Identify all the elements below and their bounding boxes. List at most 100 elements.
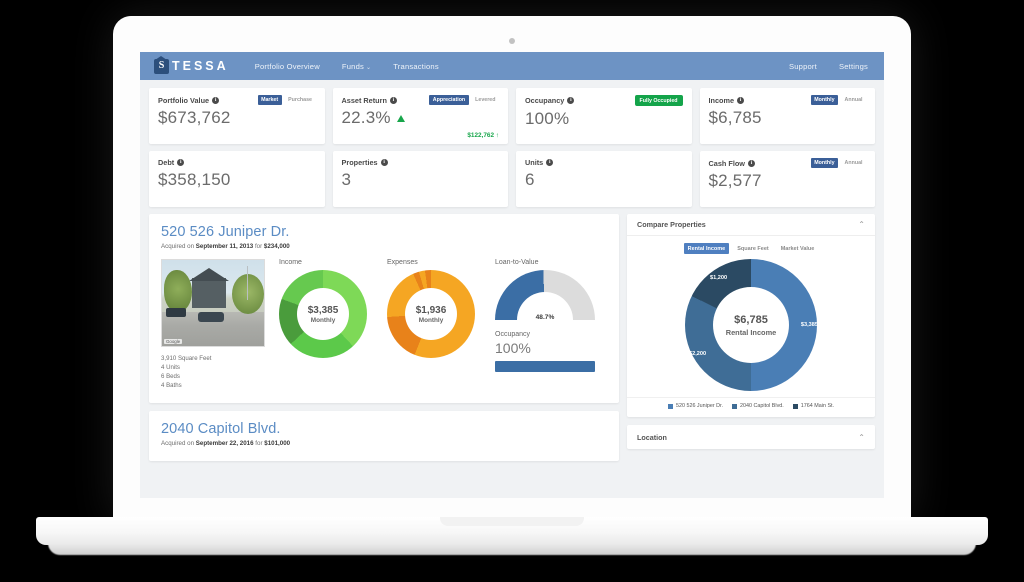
photo-car-center [198, 312, 224, 322]
tab-rental-income[interactable]: Rental Income [683, 243, 730, 254]
status-badge-fully-occupied: Fully Occupied [634, 95, 683, 106]
legend-item[interactable]: 2040 Capitol Blvd. [732, 403, 784, 409]
acquired-prefix: Acquired on [161, 243, 195, 250]
kpi-value: 3 [341, 170, 352, 189]
income-chart-label: Income [279, 259, 302, 266]
property-stats: 3,910 Square Feet 4 Units 6 Beds 4 Baths [161, 354, 265, 391]
location-panel-title: Location [637, 432, 667, 442]
properties-column: 520 526 Juniper Dr. Acquired on Septembe… [149, 214, 619, 461]
kpi-label: Properties i [342, 158, 388, 167]
legend-swatch-icon [732, 403, 738, 409]
nav-item-portfolio-overview[interactable]: Portfolio Overview [255, 62, 320, 71]
income-value: $3,385 [307, 304, 339, 316]
legend-item[interactable]: 1764 Main St. [792, 403, 835, 409]
photo-tree-right [232, 274, 264, 314]
toggle-monthly[interactable]: Monthly [810, 158, 839, 168]
kpi-row-1: Portfolio Value i Market Purchase $673,7… [149, 88, 875, 144]
info-icon[interactable]: i [212, 96, 220, 104]
kpi-label: Asset Return i [342, 96, 397, 105]
segment-label-juniper: $3,385 [800, 322, 818, 328]
legend-label: 520 526 Juniper Dr. [675, 403, 724, 409]
location-panel-header[interactable]: Location ⌃ [627, 425, 875, 449]
legend-item[interactable]: 520 526 Juniper Dr. [667, 403, 724, 409]
photo-roof [189, 268, 229, 281]
chevron-up-icon[interactable]: ⌃ [858, 433, 865, 442]
ltv-gauge: 48.7% [495, 270, 595, 322]
tab-market-value[interactable]: Market Value [777, 243, 819, 254]
property-title[interactable]: 520 526 Juniper Dr. [161, 224, 607, 240]
acquired-mid: for [254, 243, 263, 250]
legend-label: 1764 Main St. [800, 403, 835, 409]
acquired-price: $234,000 [263, 243, 290, 250]
kpi-value-row: 22.3% [342, 108, 500, 128]
chevron-up-icon[interactable]: ⌃ [858, 220, 865, 229]
legend-swatch-icon [667, 403, 673, 409]
compare-total-value: $6,785 [734, 313, 768, 326]
kpi-label: Cash Flow i [709, 159, 755, 168]
kpi-label-text: Income [708, 95, 735, 105]
kpi-subvalue: $122,762 ↑ [467, 132, 499, 139]
tab-square-feet[interactable]: Square Feet [733, 243, 772, 254]
nav-item-settings[interactable]: Settings [839, 62, 868, 71]
property-title[interactable]: 2040 Capitol Blvd. [161, 421, 607, 437]
nav-item-transactions[interactable]: Transactions [393, 62, 439, 71]
toggle-appreciation[interactable]: Appreciation [429, 95, 469, 105]
info-icon[interactable]: i [567, 97, 575, 104]
nav-item-support[interactable]: Support [789, 62, 817, 71]
info-icon[interactable]: i [748, 159, 755, 167]
toggle-market[interactable]: Market [257, 95, 282, 105]
brand-logo[interactable]: S TESSA [154, 55, 229, 74]
nav-item-label: Transactions [393, 61, 439, 71]
stat-beds: 6 Beds [161, 373, 180, 381]
income-period: Monthly [310, 316, 336, 324]
acquired-date: September 11, 2013 [195, 243, 254, 250]
compare-tabs: Rental Income Square Feet Market Value [627, 236, 875, 257]
toggle-annual[interactable]: Annual [841, 158, 866, 168]
kpi-value: $6,785 [708, 108, 762, 127]
property-photo[interactable]: Google [161, 259, 265, 347]
toggle-monthly[interactable]: Monthly [810, 95, 839, 105]
nav-item-label: Portfolio Overview [254, 61, 320, 71]
info-icon[interactable]: i [177, 159, 185, 166]
info-icon[interactable]: i [737, 96, 745, 104]
acquired-prefix: Acquired on [161, 439, 195, 447]
kpi-value: $2,577 [708, 171, 762, 190]
top-navbar: S TESSA Portfolio Overview Funds ⌄ Transa… [140, 52, 884, 80]
photo-utility-pole [247, 266, 248, 300]
photo-car-left [166, 308, 186, 317]
photo-attribution: Google [164, 339, 183, 344]
toggle-levered[interactable]: Levered [472, 95, 499, 105]
property-card-1: 520 526 Juniper Dr. Acquired on Septembe… [149, 214, 619, 403]
kpi-label: Income i [709, 96, 745, 105]
compare-total-label: Rental Income [725, 327, 777, 337]
kpi-value: 22.3% [341, 108, 391, 127]
house-logo-icon: S [154, 55, 169, 74]
toggle-purchase[interactable]: Purchase [285, 95, 316, 105]
toggle-group-market-purchase: Market Purchase [257, 95, 316, 105]
chevron-down-icon: ⌄ [366, 64, 372, 71]
toggle-annual[interactable]: Annual [841, 95, 866, 105]
ltv-value: 48.7% [535, 314, 555, 321]
kpi-label: Units i [525, 158, 554, 167]
laptop-base-notch [440, 517, 584, 526]
nav-links: Portfolio Overview Funds ⌄ Transactions [255, 62, 439, 71]
compare-panel-header[interactable]: Compare Properties ⌃ [627, 214, 875, 236]
kpi-value: 100% [525, 109, 570, 128]
logo-letter: S [158, 60, 165, 71]
kpi-card-units: Units i 6 [516, 151, 692, 207]
photo-house [192, 278, 226, 308]
kpi-label-text: Units [525, 158, 544, 167]
toggle-group-monthly-annual: Monthly Annual [810, 95, 866, 105]
expenses-donut-block: Expenses $1,936 Monthly [387, 259, 479, 391]
kpi-value: $358,150 [158, 170, 231, 189]
toggle-group-appreciation-levered: Appreciation Levered [429, 95, 499, 105]
expenses-chart-label: Expenses [387, 259, 418, 266]
kpi-value: 6 [525, 170, 535, 189]
nav-item-funds[interactable]: Funds ⌄ [342, 62, 371, 71]
info-icon[interactable]: i [546, 159, 554, 166]
main-content: 520 526 Juniper Dr. Acquired on Septembe… [140, 214, 884, 461]
info-icon[interactable]: i [380, 159, 388, 166]
kpi-section: Portfolio Value i Market Purchase $673,7… [140, 80, 884, 207]
kpi-card-income: Income i Monthly Annual $6,785 [699, 88, 875, 144]
info-icon[interactable]: i [389, 96, 397, 104]
